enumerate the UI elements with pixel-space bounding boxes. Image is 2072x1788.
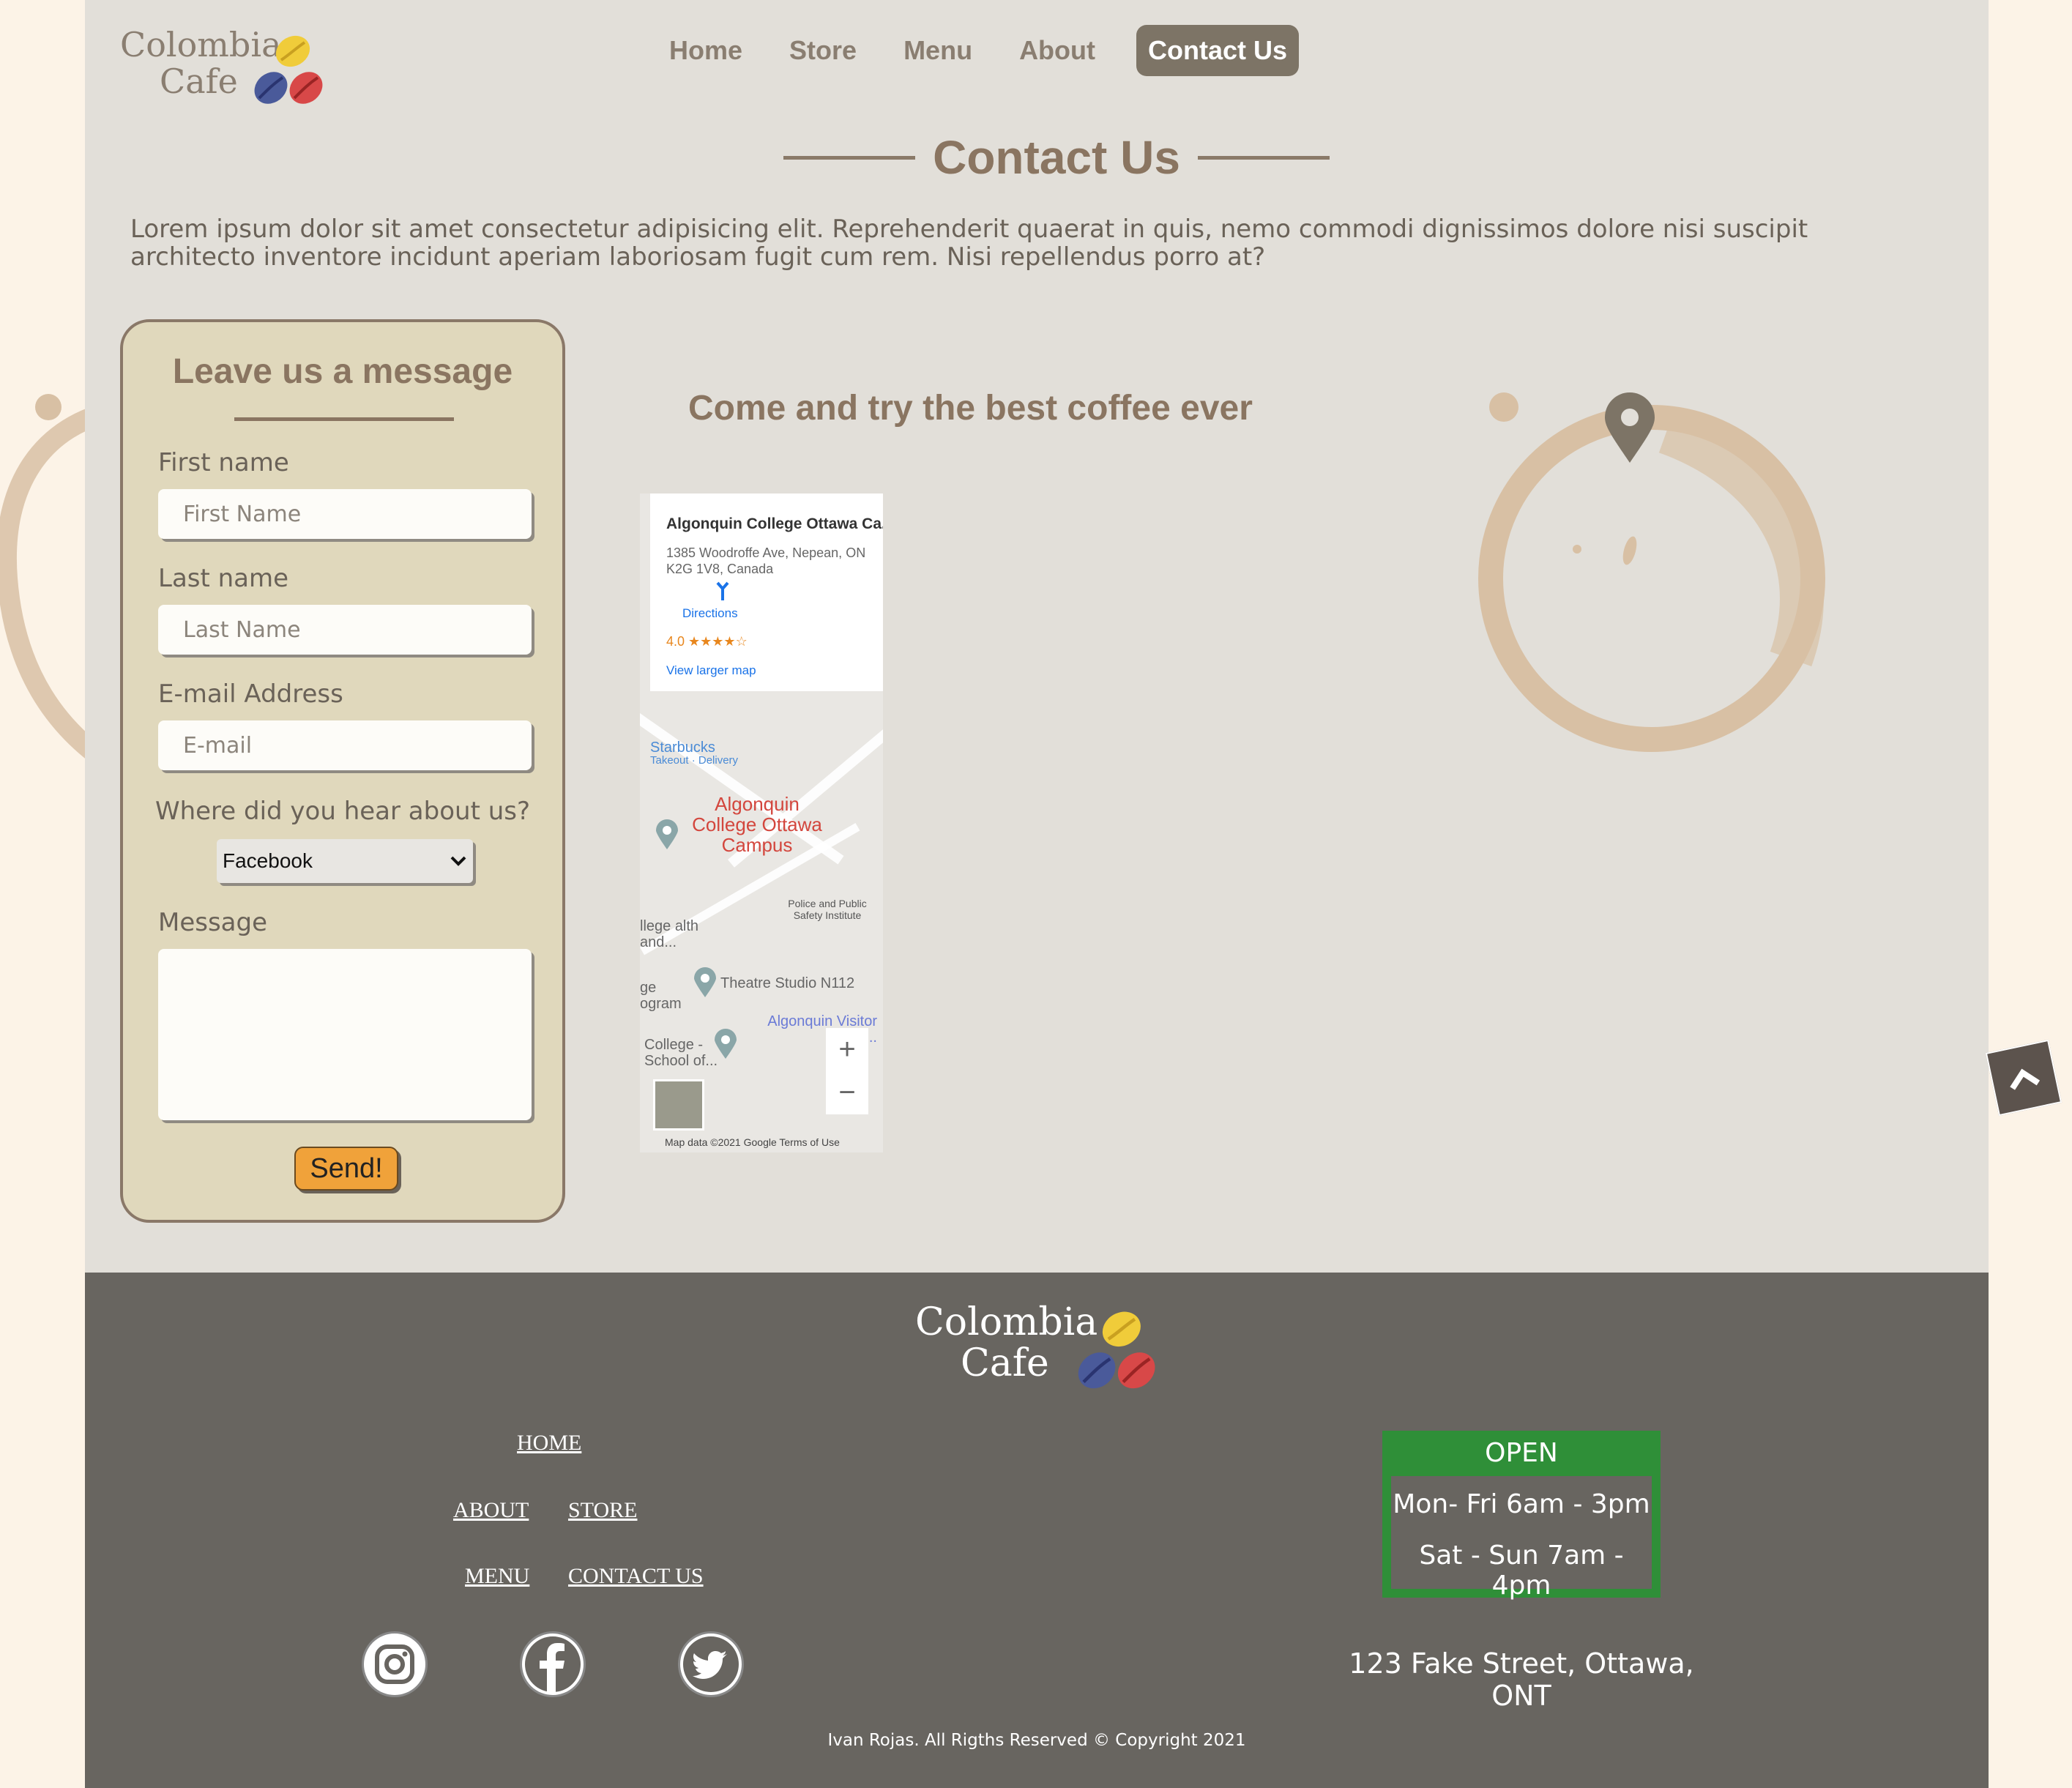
location-heading: Come and try the best coffee ever — [688, 389, 1253, 428]
nav-store[interactable]: Store — [789, 35, 857, 66]
facebook-icon — [525, 1636, 581, 1694]
map-place-card: Algonquin College Ottawa Ca... 1385 Wood… — [650, 493, 883, 691]
chevron-down-icon — [450, 856, 466, 866]
nav-menu[interactable]: Menu — [903, 35, 972, 66]
form-title: Leave us a message — [172, 352, 513, 391]
chevron-up-icon — [2010, 1068, 2041, 1090]
opening-hours: OPEN Mon- Fri 6am - 3pm Sat - Sun 7am - … — [1382, 1431, 1661, 1601]
map-pin-icon — [715, 1029, 737, 1059]
brand-logo[interactable]: Colombia Cafe — [120, 26, 340, 114]
hours-panel: Mon- Fri 6am - 3pm Sat - Sun 7am - 4pm — [1391, 1476, 1652, 1601]
coffee-stain-left — [0, 394, 88, 761]
map-directions-link[interactable]: Directions — [682, 606, 738, 621]
main-nav: Home Store Menu About Contact Us — [669, 23, 1300, 78]
hours-weekdays: Mon- Fri 6am - 3pm — [1393, 1489, 1650, 1519]
instagram-icon — [375, 1644, 414, 1684]
map-label-college-b[interactable]: llege alth and... — [640, 918, 720, 950]
intro-text: Lorem ipsum dolor sit amet consectetur a… — [130, 215, 1808, 272]
message-label: Message — [158, 908, 268, 937]
map-pin-icon — [656, 819, 678, 849]
map-label-theatre[interactable]: Theatre Studio N112 — [720, 975, 854, 992]
location-pin-icon — [1605, 392, 1655, 463]
footer-address: 123 Fake Street, Ottawa, ONT — [1349, 1647, 1694, 1712]
map-address-line-2: K2G 1V8, Canada — [666, 562, 774, 576]
map-label-college-c[interactable]: ge ogram — [640, 980, 684, 1012]
email-label: E-mail Address — [158, 679, 343, 709]
zoom-out-button[interactable]: − — [826, 1071, 868, 1114]
map-place-address: 1385 Woodroffe Ave, Nepean, ON K2G 1V8, … — [666, 545, 865, 577]
contact-form: Leave us a message First name Last name … — [120, 319, 565, 1223]
first-name-input[interactable] — [158, 489, 532, 539]
open-status: OPEN — [1485, 1438, 1558, 1468]
form-title-divider — [234, 417, 454, 421]
map-zoom-controls: + − — [826, 1028, 868, 1114]
page-title: Contact Us — [933, 131, 1180, 184]
hours-weekend: Sat - Sun 7am - 4pm — [1419, 1541, 1624, 1601]
last-name-label: Last name — [158, 564, 289, 593]
zoom-in-button[interactable]: + — [826, 1028, 868, 1071]
message-textarea[interactable] — [158, 949, 532, 1120]
page-title-block: Contact Us — [739, 124, 1374, 190]
map-attribution[interactable]: Map data ©2021 Google Terms of Use — [665, 1136, 840, 1148]
view-larger-map-link[interactable]: View larger map — [666, 663, 756, 678]
footer-link-home[interactable]: HOME — [517, 1431, 581, 1456]
coffee-beans-icon — [254, 35, 323, 104]
map-label-starbucks-name: Starbucks — [650, 740, 715, 756]
first-name-label: First name — [158, 448, 289, 477]
site-footer: Colombia Cafe HOME ABOUT STORE MENU CONT… — [85, 1273, 1989, 1788]
twitter-button[interactable] — [678, 1631, 744, 1697]
footer-link-store[interactable]: STORE — [568, 1498, 637, 1523]
map-label-starbucks[interactable]: Starbucks Takeout · Delivery — [650, 740, 739, 767]
map-label-starbucks-sub: Takeout · Delivery — [650, 754, 739, 767]
map-pin-icon — [694, 967, 716, 997]
map-satellite-toggle[interactable] — [653, 1079, 704, 1130]
title-divider-left — [783, 155, 916, 160]
map-place-name: Algonquin College Ottawa Ca... — [666, 515, 883, 532]
send-button[interactable]: Send! — [294, 1147, 398, 1191]
map-label-police[interactable]: Police and Public Safety Institute — [776, 898, 879, 921]
nav-home[interactable]: Home — [669, 35, 742, 66]
last-name-input[interactable] — [158, 605, 532, 655]
scroll-to-top-button[interactable] — [1985, 1039, 2062, 1117]
title-divider-right — [1197, 155, 1330, 160]
hear-about-selected: Facebook — [223, 849, 313, 872]
map-rating: 4.0 ★★★★☆ — [666, 634, 748, 649]
email-input[interactable] — [158, 720, 532, 770]
footer-link-menu[interactable]: MENU — [465, 1564, 529, 1589]
nav-contact-us[interactable]: Contact Us — [1136, 25, 1300, 76]
coffee-beans-icon — [1078, 1311, 1155, 1389]
facebook-button[interactable] — [520, 1631, 586, 1697]
footer-link-contact[interactable]: CONTACT US — [568, 1564, 704, 1589]
instagram-button[interactable] — [362, 1631, 428, 1697]
hear-about-label: Where did you hear about us? — [154, 797, 531, 826]
map-address-line-1: 1385 Woodroffe Ave, Nepean, ON — [666, 545, 866, 560]
footer-brand-logo[interactable]: Colombia Cafe — [915, 1302, 1164, 1390]
footer-link-about[interactable]: ABOUT — [453, 1498, 529, 1523]
directions-icon[interactable] — [712, 580, 734, 602]
nav-about[interactable]: About — [1019, 35, 1095, 66]
hear-about-select[interactable]: Facebook — [217, 839, 473, 883]
twitter-icon — [683, 1636, 739, 1692]
footer-copyright: Ivan Rojas. All Rigths Reserved © Copyri… — [827, 1731, 1246, 1750]
location-map[interactable]: Algonquin College Ottawa Ca... 1385 Wood… — [640, 493, 883, 1152]
map-label-campus[interactable]: Algonquin College Ottawa Campus — [684, 794, 830, 855]
